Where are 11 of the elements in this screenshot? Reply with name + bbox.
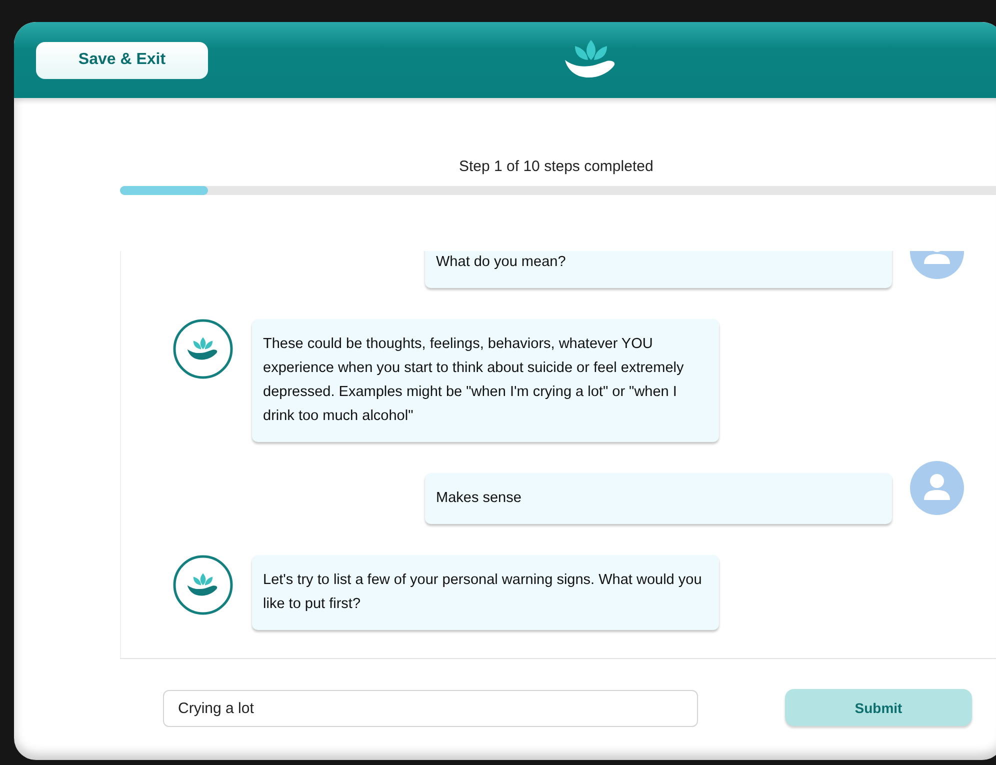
bot-message: Let's try to list a few of your personal warning signs. What would you like to put first? <box>252 555 719 630</box>
user-message: Makes sense <box>425 473 892 524</box>
progress-label: Step 1 of 10 steps completed <box>459 158 654 175</box>
save-exit-button[interactable]: Save & Exit <box>36 42 208 78</box>
bot-avatar-icon <box>173 319 233 379</box>
bot-message: These could be thoughts, feelings, behaviors, whatever YOU experience when you start to think about suicide or feel extremely depressed. Examples might be "when I'm crying a lot" or "when I drink too much alcohol" <box>252 319 719 442</box>
submit-button[interactable]: Submit <box>785 689 972 726</box>
bot-avatar-icon <box>173 555 233 615</box>
answer-field[interactable]: Crying a lot <box>163 690 698 727</box>
user-avatar-icon <box>910 461 964 515</box>
user-message: What do you mean? <box>425 251 892 288</box>
